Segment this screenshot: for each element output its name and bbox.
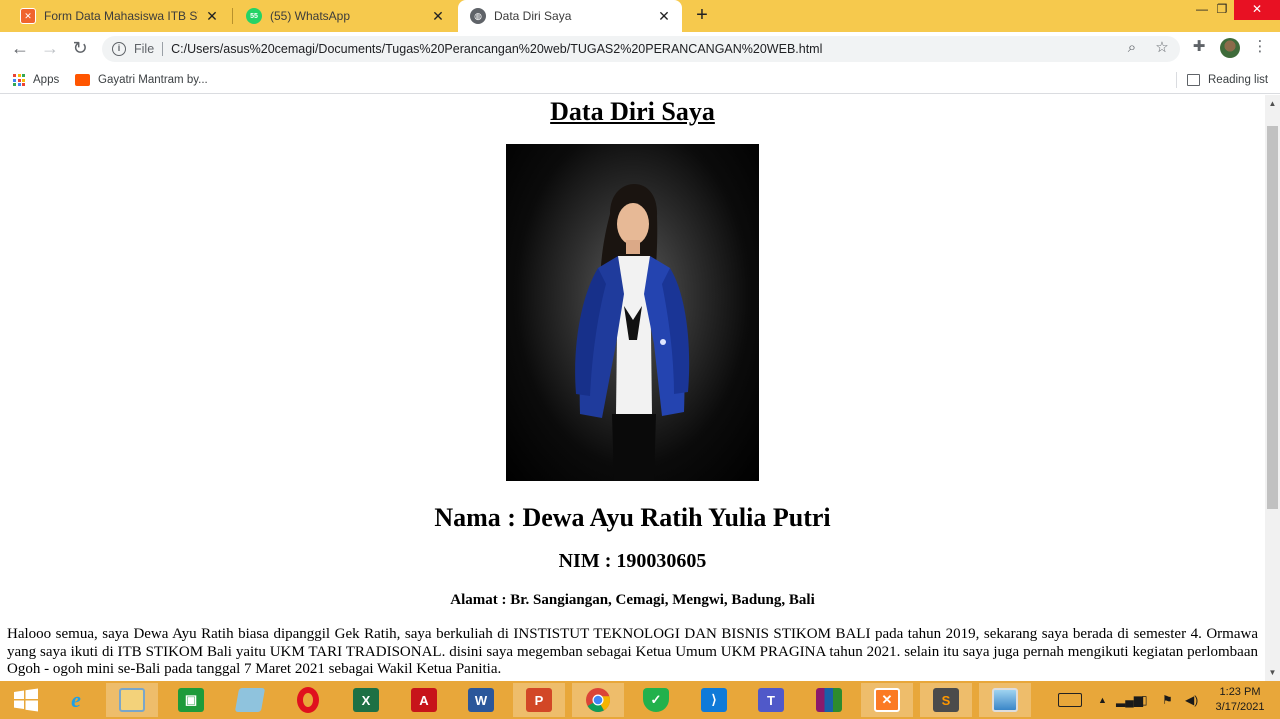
- close-icon[interactable]: ✕: [204, 8, 220, 24]
- windows-logo-icon: [14, 688, 38, 712]
- store-icon: ▣: [178, 688, 204, 712]
- shield-icon: ✓: [643, 688, 669, 712]
- profile-avatar[interactable]: [1220, 38, 1240, 58]
- url-scheme: File: [134, 42, 155, 56]
- chrome-icon: [586, 688, 610, 713]
- bookmark-apps[interactable]: Apps: [13, 71, 59, 89]
- volume-icon[interactable]: ◀): [1185, 681, 1198, 719]
- globe-icon: ◍: [470, 8, 486, 24]
- url-text[interactable]: C:/Users/asus%20cemagi/Documents/Tugas%2…: [171, 42, 822, 56]
- teams-icon: T: [758, 688, 784, 712]
- notes-icon: [234, 688, 266, 712]
- taskbar-vscode[interactable]: ⟩: [688, 683, 740, 717]
- menu-kebab-icon[interactable]: ⋮: [1250, 37, 1270, 57]
- clock-date: 3/17/2021: [1215, 701, 1265, 713]
- taskbar-file-explorer[interactable]: [106, 683, 158, 717]
- bookmark-label: Gayatri Mantram by...: [98, 74, 208, 86]
- page-viewport: Data Diri Saya Nama : Dewa Ayu Ratih Yul…: [0, 95, 1265, 681]
- new-tab-button[interactable]: +: [690, 4, 714, 28]
- tab-form-data-mahasiswa[interactable]: ✕ Form Data Mahasiswa ITB STIKOM ✕: [8, 0, 230, 32]
- tab-title: Data Diri Saya: [494, 9, 572, 23]
- back-button[interactable]: ←: [8, 37, 32, 61]
- action-center-flag-icon[interactable]: ⚑: [1162, 681, 1173, 719]
- taskbar-sublime-text[interactable]: S: [920, 683, 972, 717]
- internet-explorer-icon: e: [71, 687, 81, 712]
- powerpoint-icon: P: [526, 688, 552, 712]
- sublime-text-icon: S: [933, 688, 959, 712]
- tab-title: Form Data Mahasiswa ITB STIKOM: [44, 9, 198, 23]
- reading-list-label: Reading list: [1208, 74, 1269, 86]
- start-button[interactable]: [0, 683, 52, 717]
- tab-strip: ✕ Form Data Mahasiswa ITB STIKOM ✕ 55 (5…: [0, 0, 1280, 32]
- keyboard-icon[interactable]: [1058, 681, 1082, 719]
- student-nim: NIM : 190030605: [558, 550, 707, 572]
- bio-paragraph: Halooo semua, saya Dewa Ayu Ratih biasa …: [7, 626, 1258, 677]
- tab-data-diri-saya[interactable]: ◍ Data Diri Saya ✕: [458, 0, 682, 32]
- soundcloud-icon: [75, 74, 90, 86]
- winrar-icon: [816, 688, 842, 712]
- apps-grid-icon: [13, 74, 25, 86]
- close-icon[interactable]: ✕: [656, 8, 672, 24]
- student-name: Nama : Dewa Ayu Ratih Yulia Putri: [434, 503, 831, 532]
- close-icon[interactable]: ✕: [430, 8, 446, 24]
- windows-taskbar: e ▣ X A W P ✓ ⟩ T ✕ S ▲ ▂▄▆ ▯ ⚑ ◀) 1:23 …: [0, 681, 1280, 719]
- xampp-icon: ✕: [874, 688, 900, 712]
- reading-list-button[interactable]: Reading list: [1187, 71, 1268, 89]
- excel-icon: X: [353, 688, 379, 712]
- extensions-puzzle-icon[interactable]: ✚: [1189, 37, 1209, 57]
- acrobat-icon: A: [411, 688, 437, 712]
- student-address: Alamat : Br. Sangiangan, Cemagi, Mengwi,…: [450, 592, 815, 608]
- vscode-icon: ⟩: [701, 688, 727, 712]
- taskbar-chrome[interactable]: [572, 683, 624, 717]
- reload-button[interactable]: ↻: [68, 37, 92, 61]
- taskbar-store[interactable]: ▣: [165, 683, 217, 717]
- taskbar-notes[interactable]: [224, 683, 276, 717]
- taskbar-shield-vpn[interactable]: ✓: [630, 683, 682, 717]
- zoom-icon[interactable]: ⌕: [1122, 38, 1142, 58]
- forward-button[interactable]: →: [38, 37, 62, 61]
- photos-icon: [992, 688, 1018, 712]
- taskbar-acrobat[interactable]: A: [398, 683, 450, 717]
- vertical-scrollbar[interactable]: ▲ ▼: [1265, 95, 1280, 681]
- taskbar-word[interactable]: W: [455, 683, 507, 717]
- signal-icon[interactable]: ▂▄▆: [1116, 681, 1143, 719]
- xampp-icon: ✕: [20, 8, 36, 24]
- taskbar-powerpoint[interactable]: P: [513, 683, 565, 717]
- bookmarks-bar: Apps Gayatri Mantram by... Reading list: [0, 66, 1280, 94]
- battery-icon[interactable]: ▯: [1141, 681, 1148, 719]
- browser-toolbar: ← → ↻ i File C:/Users/asus%20cemagi/Docu…: [0, 32, 1280, 66]
- taskbar-teams[interactable]: T: [745, 683, 797, 717]
- taskbar-xampp[interactable]: ✕: [861, 683, 913, 717]
- system-clock[interactable]: 1:23 PM 3/17/2021: [1208, 685, 1272, 715]
- tab-title: (55) WhatsApp: [270, 9, 351, 23]
- omnibox-divider: [162, 42, 164, 56]
- reading-list-icon: [1187, 74, 1200, 86]
- info-icon[interactable]: i: [112, 42, 126, 56]
- folder-icon: [119, 688, 145, 712]
- taskbar-internet-explorer[interactable]: e: [50, 683, 102, 717]
- address-bar[interactable]: i File C:/Users/asus%20cemagi/Documents/…: [102, 36, 1180, 62]
- taskbar-photos[interactable]: [979, 683, 1031, 717]
- bookmark-star-icon[interactable]: ☆: [1152, 38, 1172, 58]
- clock-time: 1:23 PM: [1219, 686, 1261, 698]
- window-close-button[interactable]: ✕: [1234, 0, 1280, 20]
- bookmark-label: Apps: [33, 74, 60, 86]
- scrollbar-thumb[interactable]: [1267, 126, 1278, 509]
- taskbar-excel[interactable]: X: [340, 683, 392, 717]
- scroll-up-icon[interactable]: ▲: [1265, 95, 1280, 112]
- profile-photo: [506, 144, 759, 481]
- taskbar-winrar[interactable]: [803, 683, 855, 717]
- scroll-down-icon[interactable]: ▼: [1265, 664, 1280, 681]
- tab-separator: [232, 8, 233, 24]
- opera-icon: [297, 687, 319, 713]
- word-icon: W: [468, 688, 494, 712]
- tab-whatsapp[interactable]: 55 (55) WhatsApp ✕: [234, 0, 456, 32]
- person-figure-icon: [575, 184, 690, 481]
- whatsapp-icon: 55: [246, 8, 262, 24]
- bookmark-gayatri-mantram[interactable]: Gayatri Mantram by...: [75, 71, 208, 89]
- show-hidden-icons-icon[interactable]: ▲: [1098, 681, 1107, 719]
- taskbar-opera[interactable]: [282, 683, 334, 717]
- bookmarks-divider: [1176, 72, 1177, 88]
- page-title: Data Diri Saya: [550, 97, 715, 126]
